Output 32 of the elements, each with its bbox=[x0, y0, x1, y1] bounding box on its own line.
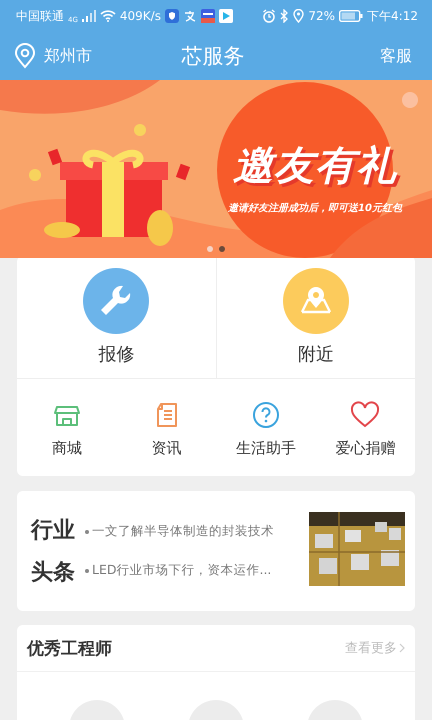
banner-headline: 邀友有礼 bbox=[232, 142, 398, 191]
app-icon bbox=[200, 9, 215, 23]
signal-icon bbox=[82, 10, 96, 22]
wifi-icon bbox=[100, 10, 116, 22]
location-pin-icon bbox=[14, 43, 36, 69]
news-headline[interactable]: 一文了解半导体制造的封装技术 bbox=[92, 523, 274, 540]
shield-icon bbox=[164, 9, 179, 23]
service-button[interactable]: 资讯 bbox=[116, 401, 216, 458]
bullet-icon bbox=[85, 568, 89, 572]
app-title: 芯服务 bbox=[182, 43, 244, 70]
clock-time: 下午4:12 bbox=[367, 8, 418, 24]
section-title: 头条 bbox=[31, 559, 75, 587]
service-button[interactable]: 爱心捐赠 bbox=[316, 401, 415, 458]
app-icon bbox=[182, 9, 197, 23]
section-title: 优秀工程师 bbox=[27, 638, 112, 660]
banner-caption: 邀请好友注册成功后，即可送10元红包 bbox=[227, 201, 404, 215]
chevron-right-icon bbox=[399, 643, 405, 653]
bluetooth-icon bbox=[280, 9, 290, 23]
battery-icon bbox=[339, 10, 364, 22]
network-speed: 409K/s bbox=[120, 9, 161, 23]
news-headline[interactable]: LED行业市场下行，资本运作... bbox=[92, 562, 272, 579]
bullet-icon bbox=[85, 530, 89, 534]
service-button[interactable]: 商城 bbox=[17, 401, 116, 458]
service-button[interactable]: 报修 bbox=[17, 256, 216, 378]
section-title: 行业 bbox=[31, 517, 75, 545]
service-button[interactable]: 生活助手 bbox=[216, 401, 316, 458]
battery-percent: 72% bbox=[308, 9, 336, 23]
carrier-name: 中国联通 bbox=[16, 8, 64, 24]
play-icon bbox=[218, 9, 233, 23]
alarm-icon bbox=[262, 9, 276, 23]
location-icon bbox=[293, 9, 304, 23]
service-button[interactable]: 附近 bbox=[216, 256, 415, 378]
